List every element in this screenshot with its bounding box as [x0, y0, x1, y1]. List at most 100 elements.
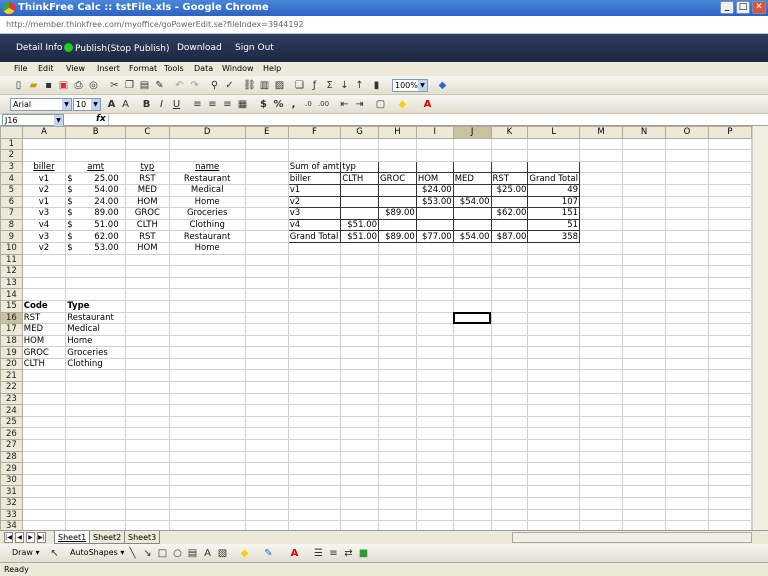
cell[interactable]	[378, 485, 417, 498]
cell[interactable]	[65, 404, 127, 417]
draw-menu[interactable]: Draw ▾	[12, 548, 39, 557]
cell[interactable]	[378, 369, 417, 383]
cell[interactable]	[490, 149, 529, 162]
cell[interactable]	[707, 323, 752, 336]
bar-chart-icon[interactable]: ▮	[370, 79, 383, 92]
cell[interactable]	[527, 381, 581, 394]
cell[interactable]	[21, 276, 67, 290]
cell[interactable]	[415, 485, 454, 498]
cell[interactable]	[378, 276, 417, 290]
cell[interactable]	[622, 265, 666, 278]
cell[interactable]	[168, 276, 246, 290]
cell[interactable]	[707, 218, 752, 232]
cell[interactable]	[168, 311, 246, 325]
cell[interactable]	[622, 230, 666, 243]
cell[interactable]	[378, 404, 417, 417]
column-header-g[interactable]: G	[340, 126, 380, 139]
cell[interactable]	[579, 160, 624, 174]
cell[interactable]	[490, 485, 529, 498]
cell[interactable]	[622, 485, 666, 498]
cell[interactable]	[707, 520, 752, 530]
row-header[interactable]: 28	[0, 450, 23, 464]
cell[interactable]	[340, 450, 380, 464]
cell[interactable]	[65, 149, 127, 162]
cell[interactable]	[244, 265, 289, 278]
cell[interactable]	[707, 207, 752, 220]
cell[interactable]	[378, 450, 417, 464]
align-left-icon[interactable]: ≡	[191, 98, 204, 111]
cell[interactable]	[415, 415, 454, 429]
row-header[interactable]: 14	[0, 288, 23, 301]
cell[interactable]: Type	[65, 299, 127, 313]
formula-input[interactable]	[108, 114, 752, 125]
textbox-icon[interactable]: ▤	[186, 547, 199, 560]
column-header-d[interactable]: D	[168, 126, 246, 139]
cell[interactable]: Groceries	[65, 346, 127, 359]
cell[interactable]	[244, 299, 289, 313]
cell[interactable]	[415, 149, 454, 162]
cell[interactable]	[378, 392, 417, 406]
cell[interactable]	[664, 137, 709, 151]
cell[interactable]: 358	[527, 230, 581, 243]
row-header[interactable]: 26	[0, 427, 23, 441]
cell[interactable]	[287, 485, 342, 498]
cell[interactable]	[707, 241, 752, 255]
cell[interactable]	[65, 473, 127, 487]
cell[interactable]	[490, 276, 529, 290]
publish-link[interactable]: Publish(Stop Publish)	[64, 43, 170, 54]
row-header[interactable]: 19	[0, 346, 23, 359]
cell[interactable]	[415, 520, 454, 530]
cell[interactable]	[65, 265, 127, 278]
cell[interactable]	[579, 520, 624, 530]
cell[interactable]: $87.00	[490, 230, 529, 243]
cell[interactable]	[664, 172, 709, 185]
cell[interactable]: RST	[125, 172, 170, 185]
cell[interactable]	[378, 253, 417, 267]
cell[interactable]	[622, 392, 666, 406]
cell[interactable]	[378, 137, 417, 151]
cell[interactable]	[244, 207, 289, 220]
row-header[interactable]: 16	[0, 311, 23, 325]
cell[interactable]: v2	[287, 195, 342, 209]
row-header[interactable]: 3	[0, 160, 23, 174]
cell[interactable]	[664, 462, 709, 475]
cell[interactable]	[168, 508, 246, 522]
cell[interactable]	[490, 299, 529, 313]
cell[interactable]	[378, 288, 417, 301]
sort-asc-icon[interactable]: ↓	[338, 79, 351, 92]
line-style-icon[interactable]: ☰	[312, 547, 325, 560]
cell[interactable]	[340, 265, 380, 278]
cell[interactable]: 49	[527, 183, 581, 197]
row-header[interactable]: 5	[0, 183, 23, 197]
cell[interactable]	[622, 473, 666, 487]
cell[interactable]	[490, 392, 529, 406]
cell[interactable]	[664, 369, 709, 383]
cell[interactable]	[707, 508, 752, 522]
cell[interactable]	[125, 276, 170, 290]
cell[interactable]	[707, 404, 752, 417]
preview-icon[interactable]: ◎	[87, 79, 100, 92]
cell[interactable]	[287, 392, 342, 406]
cell[interactable]	[340, 137, 380, 151]
cell[interactable]	[527, 520, 581, 530]
cell[interactable]	[452, 299, 492, 313]
cell[interactable]	[452, 334, 492, 348]
cell[interactable]	[168, 485, 246, 498]
cell[interactable]	[622, 149, 666, 162]
cell[interactable]	[168, 137, 246, 151]
cell[interactable]: MED	[21, 323, 67, 336]
menu-edit[interactable]: Edit	[38, 64, 54, 73]
link-icon[interactable]: ⛓	[243, 79, 256, 92]
cell[interactable]	[378, 346, 417, 359]
cell[interactable]	[244, 346, 289, 359]
cell[interactable]	[622, 357, 666, 371]
select-objects-icon[interactable]: ↖	[48, 547, 61, 560]
cell[interactable]	[707, 265, 752, 278]
cell[interactable]: HOM	[21, 334, 67, 348]
cell[interactable]	[579, 485, 624, 498]
cell[interactable]	[415, 392, 454, 406]
cell[interactable]: v1	[21, 195, 67, 209]
row-header[interactable]: 13	[0, 276, 23, 290]
dash-style-icon[interactable]: ≡	[327, 547, 340, 560]
chart-wizard-icon[interactable]: ▥	[258, 79, 271, 92]
